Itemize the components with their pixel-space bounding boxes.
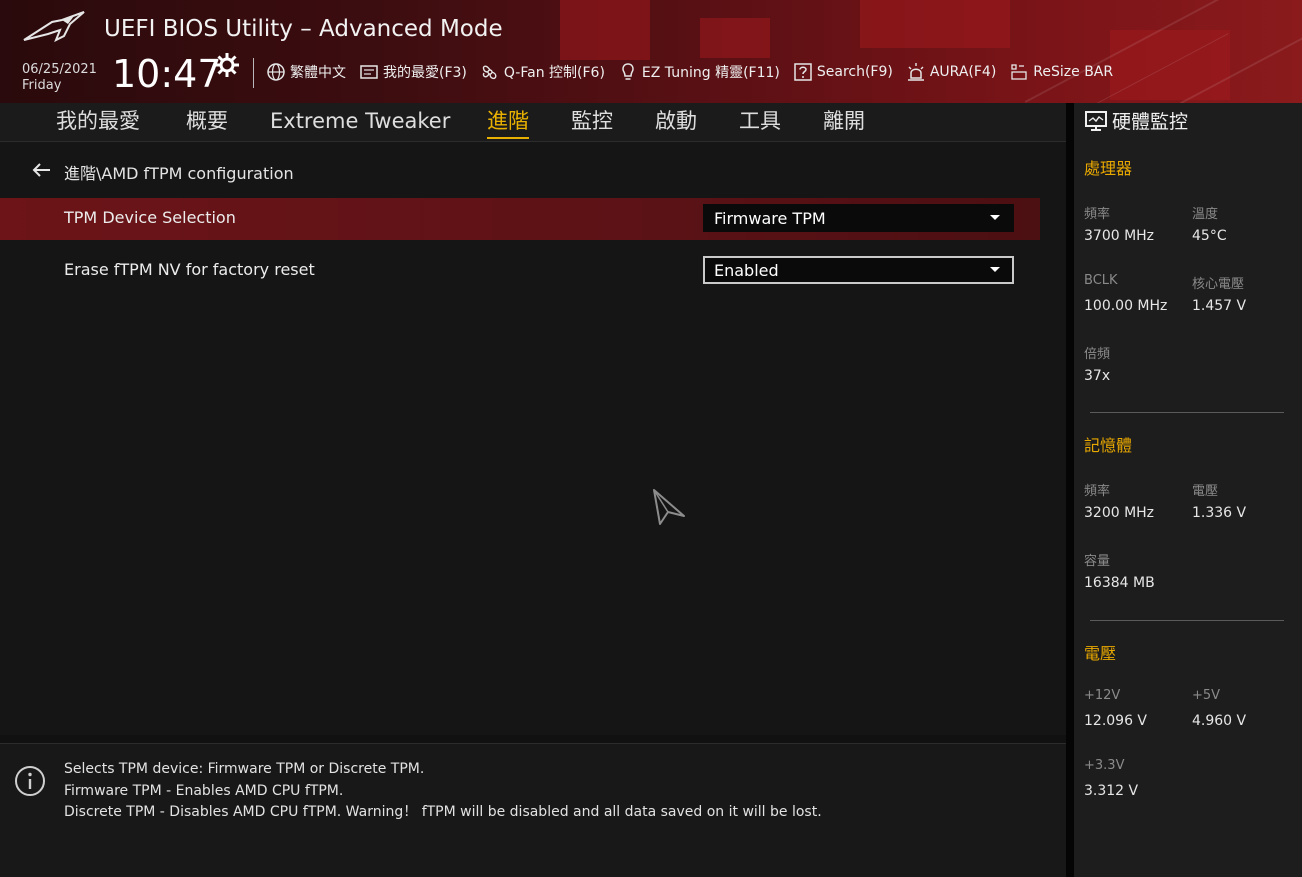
tab-advanced[interactable]: 進階	[487, 107, 529, 139]
header-bar: UEFI BIOS Utility – Advanced Mode 06/25/…	[0, 0, 1302, 103]
memory-freq-label: 頻率	[1084, 484, 1111, 499]
tab-tool[interactable]: 工具	[739, 107, 781, 135]
day-text: Friday	[22, 78, 62, 93]
panel-divider	[1066, 103, 1074, 877]
dropdown-arrow-icon	[990, 215, 1000, 220]
question-icon	[794, 63, 812, 81]
setting-row-erase-ftpm[interactable]: Erase fTPM NV for factory reset Enabled	[0, 250, 1040, 292]
resize-bar-icon	[1011, 64, 1027, 80]
search-button[interactable]: Search(F9)	[793, 62, 893, 82]
v12-label: +12V	[1084, 688, 1121, 703]
favorites-icon	[360, 65, 378, 79]
settings-panel: 進階\AMD fTPM configuration TPM Device Sel…	[0, 142, 1066, 735]
back-arrow-icon[interactable]	[30, 158, 54, 182]
section-separator	[1090, 412, 1284, 413]
rog-logo-icon	[23, 11, 85, 43]
dropdown-value: Enabled	[714, 261, 779, 280]
setting-label: TPM Device Selection	[64, 208, 236, 227]
cpu-freq-value: 3700 MHz	[1084, 228, 1155, 244]
qfan-button[interactable]: Q-Fan 控制(F6)	[480, 62, 605, 82]
bclk-label: BCLK	[1084, 273, 1118, 288]
capacity-value: 16384 MB	[1084, 575, 1155, 591]
header-decoration	[560, 0, 650, 60]
section-separator	[1090, 620, 1284, 621]
capacity-label: 容量	[1084, 554, 1111, 569]
clock: 10:47	[112, 52, 222, 96]
setting-row-tpm-device[interactable]: TPM Device Selection Firmware TPM	[0, 198, 1040, 240]
bclk-value: 100.00 MHz	[1084, 298, 1168, 314]
search-label: Search(F9)	[816, 64, 893, 80]
v5-value: 4.960 V	[1192, 713, 1247, 729]
memory-voltage-label: 電壓	[1192, 484, 1219, 499]
ez-tuning-button[interactable]: EZ Tuning 精靈(F11)	[618, 62, 780, 82]
ratio-value: 37x	[1084, 368, 1111, 384]
v12-value: 12.096 V	[1084, 713, 1148, 729]
memory-voltage-value: 1.336 V	[1192, 505, 1247, 521]
language-label: 繁體中文	[290, 65, 346, 81]
aura-label: AURA(F4)	[929, 64, 997, 80]
tpm-device-dropdown[interactable]: Firmware TPM	[703, 204, 1014, 232]
header-decoration	[860, 0, 1010, 48]
aura-button[interactable]: AURA(F4)	[906, 62, 996, 82]
v5-label: +5V	[1192, 688, 1221, 703]
help-line: Firmware TPM - Enables AMD CPU fTPM.	[64, 782, 344, 799]
tab-exit[interactable]: 離開	[823, 107, 865, 135]
hardware-monitor-panel: 硬體監控 處理器 頻率 3700 MHz 溫度 45°C BCLK 100.00…	[1074, 103, 1302, 877]
help-line: Discrete TPM - Disables AMD CPU fTPM. Wa…	[64, 804, 822, 820]
tab-boot[interactable]: 啟動	[655, 107, 697, 135]
toolbar: 繁體中文 我的最愛(F3) Q-Fan 控制(F6) EZ Tuning 精靈(…	[266, 60, 1113, 84]
info-icon	[15, 766, 45, 796]
help-text: Selects TPM device: Firmware TPM or Disc…	[64, 759, 822, 824]
globe-icon	[267, 63, 285, 81]
core-voltage-label: 核心電壓	[1192, 277, 1245, 292]
lightbulb-icon	[622, 63, 634, 80]
erase-ftpm-dropdown[interactable]: Enabled	[703, 256, 1014, 284]
aura-icon	[907, 63, 924, 81]
my-favorites-button[interactable]: 我的最愛(F3)	[359, 62, 467, 82]
main-tab-bar: 我的最愛 概要 Extreme Tweaker 進階 監控 啟動 工具 離開	[0, 103, 1066, 142]
dropdown-value: Firmware TPM	[714, 209, 826, 228]
cpu-temp-value: 45°C	[1192, 228, 1227, 244]
gear-icon[interactable]	[214, 52, 240, 78]
v33-label: +3.3V	[1084, 758, 1125, 773]
help-line: Selects TPM device: Firmware TPM or Disc…	[64, 761, 425, 777]
setting-label: Erase fTPM NV for factory reset	[64, 260, 315, 279]
monitor-icon	[1085, 111, 1107, 131]
hardware-monitor-title: 硬體監控	[1112, 111, 1189, 133]
language-button[interactable]: 繁體中文	[266, 62, 346, 82]
cpu-freq-label: 頻率	[1084, 207, 1111, 222]
mouse-cursor-icon	[653, 489, 685, 525]
memory-section-title: 記憶體	[1084, 436, 1133, 455]
memory-freq-value: 3200 MHz	[1084, 505, 1155, 521]
qfan-label: Q-Fan 控制(F6)	[503, 65, 605, 81]
cpu-section-title: 處理器	[1084, 159, 1133, 178]
tab-extreme-tweaker[interactable]: Extreme Tweaker	[270, 107, 450, 135]
dropdown-arrow-icon	[990, 267, 1000, 272]
tab-monitor[interactable]: 監控	[571, 107, 613, 135]
tab-main[interactable]: 概要	[186, 107, 228, 135]
my-favorites-label: 我的最愛(F3)	[383, 65, 467, 81]
date-display: 06/25/2021 Friday	[22, 62, 97, 94]
voltage-section-title: 電壓	[1084, 644, 1117, 663]
resize-bar-button[interactable]: ReSize BAR	[1009, 62, 1113, 82]
header-decoration	[700, 18, 770, 58]
ez-tuning-label: EZ Tuning 精靈(F11)	[641, 65, 780, 81]
date-text: 06/25/2021	[22, 62, 97, 77]
ratio-label: 倍頻	[1084, 347, 1111, 362]
tab-my-favorites[interactable]: 我的最愛	[56, 107, 140, 135]
app-title: UEFI BIOS Utility – Advanced Mode	[104, 16, 503, 42]
cpu-temp-label: 溫度	[1192, 207, 1219, 222]
breadcrumb: 進階\AMD fTPM configuration	[64, 164, 294, 183]
help-panel: Selects TPM device: Firmware TPM or Disc…	[0, 743, 1066, 877]
fan-icon	[482, 65, 497, 80]
resize-bar-label: ReSize BAR	[1033, 64, 1114, 80]
divider	[253, 58, 254, 88]
core-voltage-value: 1.457 V	[1192, 298, 1247, 314]
v33-value: 3.312 V	[1084, 783, 1139, 799]
